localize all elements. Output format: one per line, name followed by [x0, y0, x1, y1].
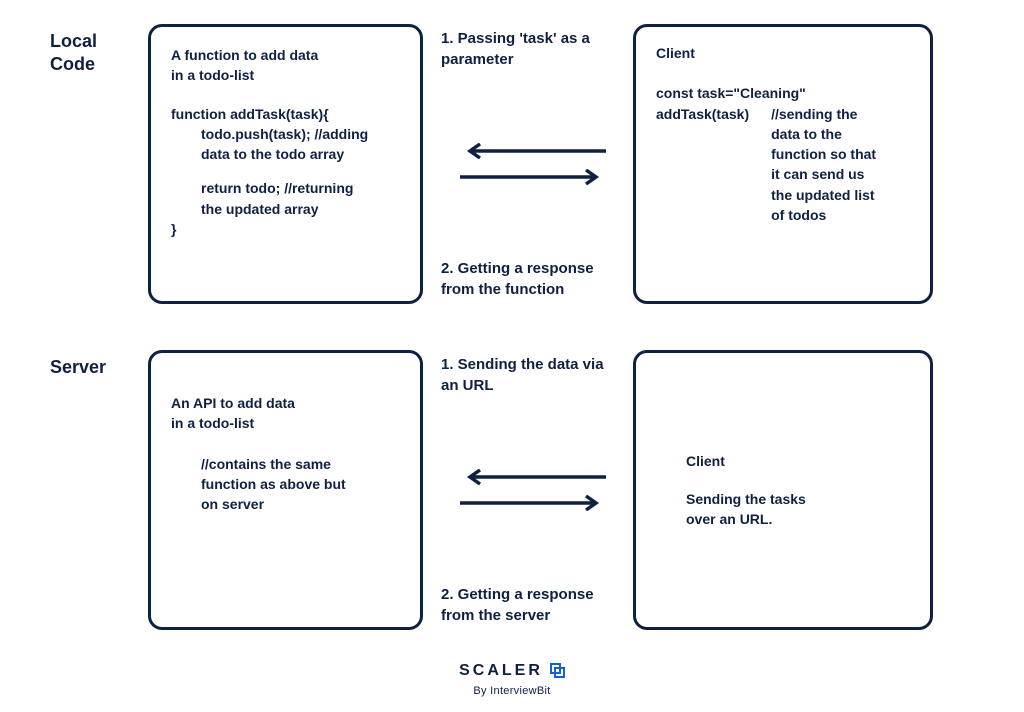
server-body2: function as above but — [201, 474, 400, 494]
arrow-left-icon — [458, 143, 608, 159]
arrow-left-icon — [458, 469, 608, 485]
row1-mid-bot2: from the function — [441, 279, 625, 300]
client-box-1: Client const task="Cleaning" addTask(tas… — [633, 24, 933, 304]
client1-c5: the updated list — [771, 185, 910, 205]
client1-c2: data to the — [771, 124, 910, 144]
client2-body1: Sending the tasks — [686, 489, 910, 509]
spacer — [656, 63, 910, 83]
footer-brand: SCALER — [459, 659, 565, 682]
footer: SCALER By InterviewBit — [0, 659, 1024, 700]
row1-arrows — [441, 143, 625, 185]
client1-title: Client — [656, 43, 910, 63]
row1-label: Local Code — [0, 24, 110, 304]
client1-c4: it can send us — [771, 164, 910, 184]
code-line2: todo.push(task); //adding — [201, 124, 400, 144]
client1-c6: of todos — [771, 205, 910, 225]
server-desc2: in a todo-list — [171, 413, 400, 433]
row2-arrows — [441, 469, 625, 511]
client2-body2: over an URL. — [686, 509, 910, 529]
local-code-desc1: A function to add data — [171, 45, 400, 65]
client1-c3: function so that — [771, 144, 910, 164]
code-line1: function addTask(task){ — [171, 104, 400, 124]
local-code-desc2: in a todo-list — [171, 65, 400, 85]
server-desc1: An API to add data — [171, 393, 400, 413]
row1-mid-bot: 2. Getting a response from the function — [441, 258, 625, 300]
row2-mid-bot2: from the server — [441, 605, 625, 626]
row1-middle: 1. Passing 'task' as a parameter 2. Gett… — [423, 24, 633, 304]
row2-label-text: Server — [50, 356, 110, 379]
code-line3: data to the todo array — [201, 144, 400, 164]
row1-mid-top1: 1. Passing 'task' as a — [441, 28, 625, 49]
code-line6: } — [171, 219, 400, 239]
server-body: //contains the same function as above bu… — [171, 454, 400, 515]
code-line5: the updated array — [201, 199, 400, 219]
client1-comment: //sending the data to the function so th… — [749, 104, 910, 226]
footer-brand-text: SCALER — [459, 659, 543, 682]
row2-mid-top2: an URL — [441, 375, 625, 396]
client1-line2-row: addTask(task) //sending the data to the … — [656, 104, 910, 226]
client-box-2: Client Sending the tasks over an URL. — [633, 350, 933, 630]
code-block-return: return todo; //returning the updated arr… — [171, 178, 400, 219]
row2-mid-top1: 1. Sending the data via — [441, 354, 625, 375]
row2-mid-bot1: 2. Getting a response — [441, 584, 625, 605]
server-box: An API to add data in a todo-list //cont… — [148, 350, 423, 630]
server-body1: //contains the same — [201, 454, 400, 474]
code-line4: return todo; //returning — [201, 178, 400, 198]
server-body3: on server — [201, 494, 400, 514]
server-row: Server An API to add data in a todo-list… — [0, 350, 1024, 630]
client1-line1: const task="Cleaning" — [656, 83, 910, 103]
row1-mid-top2: parameter — [441, 49, 625, 70]
client1-call: addTask(task) — [656, 104, 749, 226]
arrow-right-icon — [458, 169, 608, 185]
code-block-push: todo.push(task); //adding data to the to… — [171, 124, 400, 165]
row2-label: Server — [0, 350, 110, 630]
spacer — [686, 471, 910, 489]
client2-title: Client — [686, 451, 910, 471]
spacer — [171, 164, 400, 178]
local-code-row: Local Code A function to add data in a t… — [0, 24, 1024, 304]
row2-mid-bot: 2. Getting a response from the server — [441, 584, 625, 626]
row2-mid-top: 1. Sending the data via an URL — [441, 354, 625, 396]
scaler-logo-icon — [549, 662, 565, 678]
row1-label-line2: Code — [50, 53, 110, 76]
row2-middle: 1. Sending the data via an URL 2. Gettin… — [423, 350, 633, 630]
client1-c1: //sending the — [771, 104, 910, 124]
row1-mid-bot1: 2. Getting a response — [441, 258, 625, 279]
arrow-right-icon — [458, 495, 608, 511]
footer-sub: By InterviewBit — [0, 684, 1024, 700]
local-code-box: A function to add data in a todo-list fu… — [148, 24, 423, 304]
local-code-desc: A function to add data in a todo-list — [171, 45, 400, 86]
spacer — [171, 434, 400, 454]
row1-mid-top: 1. Passing 'task' as a parameter — [441, 28, 625, 70]
row1-label-line1: Local — [50, 30, 110, 53]
